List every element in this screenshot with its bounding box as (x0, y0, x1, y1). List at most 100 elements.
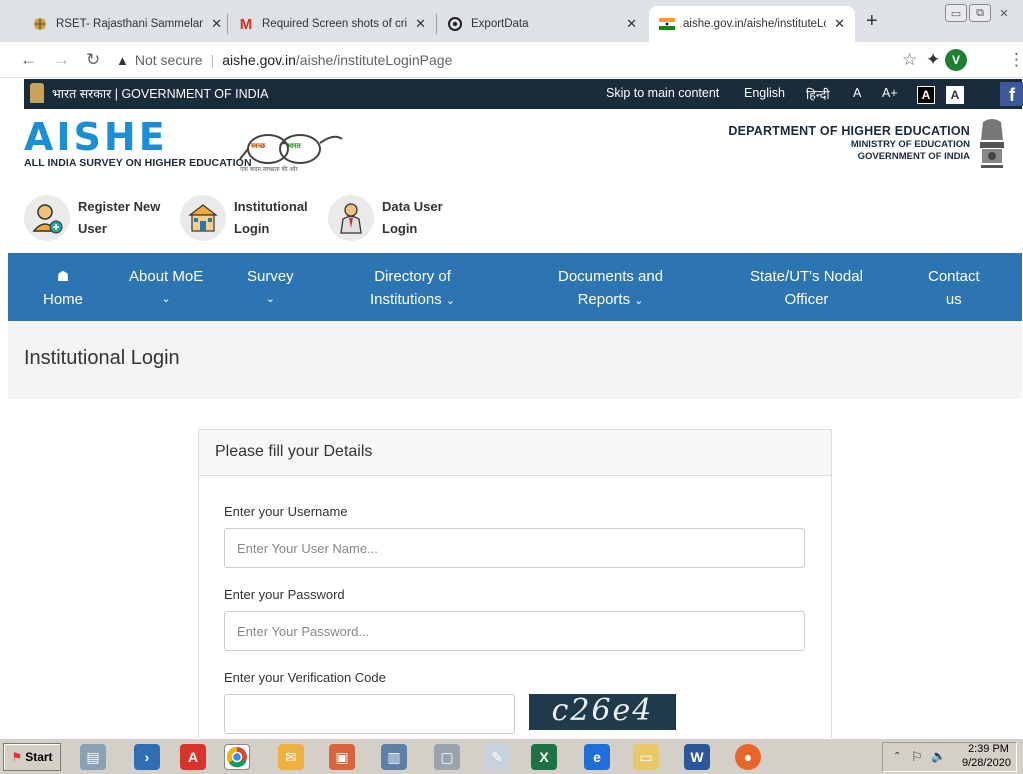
password-label: Enter your Password (224, 587, 345, 602)
reload-icon[interactable]: ↻ (86, 50, 100, 70)
nav-nodal-officer[interactable]: State/UT's Nodal Officer (750, 265, 863, 311)
bookmark-star-icon[interactable]: ☆ (902, 50, 917, 70)
flag-icon[interactable]: ⚐ (911, 749, 923, 765)
font-increase-button[interactable]: A+ (882, 86, 898, 100)
india-flag-icon (659, 16, 675, 32)
new-tab-button[interactable]: + (866, 10, 878, 33)
browser-toolbar: ← → ↻ ▲ Not secure | aishe.gov.in /aishe… (0, 42, 1023, 78)
login-form-card: Please fill your Details Enter your User… (198, 429, 832, 749)
nav-about-label: About MoE (129, 268, 204, 285)
archive-icon[interactable]: ▥ (381, 744, 407, 770)
english-language-link[interactable]: English (744, 86, 785, 100)
address-bar[interactable]: ▲ Not secure | aishe.gov.in /aishe/insti… (116, 47, 886, 73)
institutional-login-link[interactable]: Institutional Login (180, 195, 308, 241)
back-arrow-icon[interactable]: ← (20, 50, 37, 70)
page-scrollbar[interactable] (1010, 399, 1023, 739)
captcha-input[interactable] (224, 694, 515, 734)
nav-survey-label: Survey (247, 268, 294, 285)
excel-icon[interactable]: X (531, 744, 557, 770)
close-tab-icon[interactable]: ✕ (211, 16, 222, 32)
facebook-icon[interactable]: f (1000, 82, 1023, 106)
nav-contact-line1: Contact (928, 268, 980, 285)
volume-icon[interactable]: 🔈 (931, 749, 946, 763)
minimize-window-icon[interactable]: ▭ (945, 4, 967, 22)
nav-directory-line1: Directory of (374, 268, 451, 285)
profile-avatar[interactable]: V (945, 49, 967, 71)
firefox-icon[interactable]: ● (735, 744, 761, 770)
chevron-down-icon: ⌄ (161, 293, 171, 305)
home-icon: ☗ (56, 268, 70, 284)
font-normal-button[interactable]: A (853, 86, 861, 100)
nav-home-label: Home (43, 291, 84, 308)
gov-label: भारत सरकार | GOVERNMENT OF INDIA (52, 86, 269, 101)
word-icon[interactable]: W (684, 744, 710, 770)
mail-icon[interactable]: ✉ (278, 744, 304, 770)
username-input[interactable] (224, 528, 805, 568)
computer-icon[interactable]: ▤ (80, 744, 106, 770)
app-icon[interactable]: ▢ (434, 744, 460, 770)
chrome-icon[interactable] (224, 744, 250, 770)
browser-tab-aishe[interactable]: aishe.gov.in/aishe/instituteLo ✕ (649, 6, 855, 42)
browser-tab-exportdata[interactable]: ExportData ✕ (437, 6, 647, 42)
internet-explorer-icon[interactable]: e (584, 744, 610, 770)
nav-about-moe[interactable]: About MoE ⌄ (129, 265, 203, 311)
clock-date[interactable]: 9/28/2020 (962, 757, 1011, 769)
aishe-logo[interactable]: AISHE (24, 118, 168, 156)
nav-nodal-line2: Officer (784, 291, 829, 308)
url-host: aishe.gov.in (222, 52, 296, 68)
ashoka-emblem-icon (980, 119, 1004, 168)
dark-contrast-button[interactable]: A (917, 86, 935, 104)
nav-documents-reports[interactable]: Documents and Reports ⌄ (558, 265, 663, 313)
page-title-bar: Institutional Login (8, 321, 1022, 399)
nav-docs-line1: Documents and (558, 268, 664, 285)
browser-menu-icon[interactable]: ⋮ (1008, 50, 1023, 70)
data-user-login-link[interactable]: Data User Login (328, 195, 443, 241)
card-header: Please fill your Details (199, 430, 831, 476)
start-button[interactable]: ⚑ Start (3, 743, 61, 771)
browser-tab-gmail[interactable]: M Required Screen shots of criti ✕ (228, 6, 436, 42)
nav-directory[interactable]: Directory of Institutions ⌄ (370, 265, 455, 313)
windows-taskbar: ⚑ Start ▤ › A ✉ ▣ ▥ ▢ ✎ X e ▭ W ● ⌃ ⚐ 🔈 (0, 738, 1023, 774)
close-tab-icon[interactable]: ✕ (415, 16, 426, 32)
nav-contact-us[interactable]: Contact us (928, 265, 980, 311)
paint-icon[interactable]: ✎ (484, 744, 510, 770)
institution-building-icon (180, 195, 226, 241)
restore-window-icon[interactable]: ⧉ (969, 4, 991, 22)
institutional-label-line2: Login (234, 221, 270, 236)
close-tab-icon[interactable]: ✕ (626, 16, 637, 32)
close-window-icon[interactable]: ✕ (993, 4, 1015, 22)
powershell-icon[interactable]: › (134, 744, 160, 770)
media-icon[interactable]: ▣ (329, 744, 355, 770)
skip-to-content-link[interactable]: Skip to main content (606, 86, 719, 100)
swachh-bharat-logo: स्वच्छ भारत एक कदम स्वच्छता की ओर (238, 127, 348, 182)
light-contrast-button[interactable]: A (946, 86, 964, 104)
clock-time[interactable]: 2:39 PM (968, 743, 1009, 755)
main-navigation: ☗ Home About MoE ⌄ Survey ⌄ Directory of… (8, 253, 1022, 321)
rset-favicon-icon (32, 16, 48, 32)
register-label-line2: User (78, 221, 107, 236)
address-separator: | (210, 52, 215, 68)
browser-tab-strip: RSET- Rajasthani Sammelan | ✕ M Required… (0, 0, 1023, 42)
aishe-subtitle: ALL INDIA SURVEY ON HIGHER EDUCATION (24, 157, 252, 169)
forward-arrow-icon[interactable]: → (53, 50, 70, 70)
url-path: /aishe/instituteLoginPage (295, 52, 453, 68)
department-title: DEPARTMENT OF HIGHER EDUCATION MINISTRY … (728, 124, 970, 162)
tray-expand-icon[interactable]: ⌃ (893, 751, 901, 762)
register-new-user-link[interactable]: Register New User (24, 195, 160, 241)
nav-survey[interactable]: Survey ⌄ (247, 265, 294, 311)
folder-icon[interactable]: ▭ (633, 744, 659, 770)
gov-label-group: भारत सरकार | GOVERNMENT OF INDIA (30, 83, 268, 103)
nav-home[interactable]: ☗ Home (43, 265, 83, 311)
security-status[interactable]: Not secure (135, 52, 203, 68)
tab-title: aishe.gov.in/aishe/instituteLo (683, 18, 827, 30)
hindi-language-link[interactable]: हिन्दी (806, 86, 830, 103)
nav-nodal-line1: State/UT's Nodal (750, 268, 863, 285)
national-emblem-icon (30, 83, 44, 103)
browser-tab-rset[interactable]: RSET- Rajasthani Sammelan | ✕ (22, 6, 232, 42)
close-tab-icon[interactable]: ✕ (834, 16, 845, 32)
acrobat-icon[interactable]: A (180, 744, 206, 770)
warning-triangle-icon[interactable]: ▲ (116, 53, 129, 68)
extensions-puzzle-icon[interactable]: ✦ (926, 50, 940, 70)
chevron-down-icon: ⌄ (634, 295, 644, 307)
password-input[interactable] (224, 611, 805, 651)
